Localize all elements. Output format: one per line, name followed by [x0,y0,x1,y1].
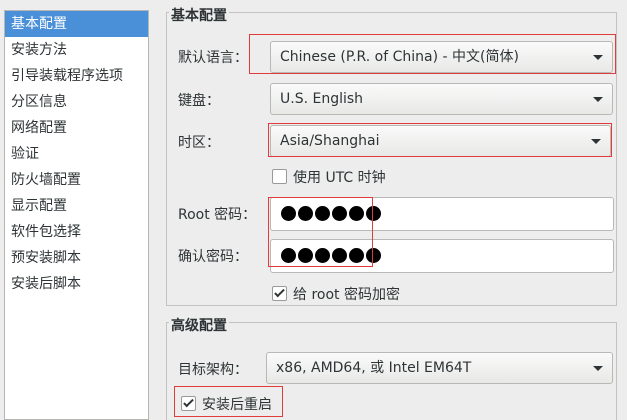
advanced-config-title: 高级配置 [169,315,229,335]
sidebar-item-bootloader-options[interactable]: 引导装载程序选项 [5,63,148,89]
keyboard-value: U.S. English [280,91,364,107]
timezone-label: 时区： [178,135,220,151]
sidebar-item-display-config[interactable]: 显示配置 [5,193,148,219]
sidebar-item-partition-info[interactable]: 分区信息 [5,89,148,115]
sidebar-item-post-install-script[interactable]: 安装后脚本 [5,271,148,297]
utc-checkbox[interactable] [272,169,287,184]
highlight-language [249,34,616,74]
sidebar-item-network-config[interactable]: 网络配置 [5,115,148,141]
encrypt-checkbox[interactable] [272,286,287,301]
encrypt-label: 给 root 密码加密 [293,287,400,303]
sidebar-item-firewall-config[interactable]: 防火墙配置 [5,167,148,193]
language-label: 默认语言： [178,50,248,66]
sidebar-item-package-selection[interactable]: 软件包选择 [5,219,148,245]
sidebar-item-install-method[interactable]: 安装方法 [5,37,148,63]
arch-value: x86, AMD64, 或 Intel EM64T [276,360,472,376]
arch-select[interactable]: x86, AMD64, 或 Intel EM64T [266,352,613,384]
root-password-label: Root 密码： [178,207,257,223]
chevron-down-icon [593,366,603,371]
highlight-reboot [174,386,283,417]
utc-label: 使用 UTC 时钟 [293,170,386,186]
sidebar: 基本配置 安装方法 引导装载程序选项 分区信息 网络配置 验证 防火墙配置 显示… [4,10,149,420]
keyboard-select[interactable]: U.S. English [270,83,613,115]
sidebar-item-basic-config[interactable]: 基本配置 [5,11,148,37]
basic-config-title: 基本配置 [169,5,229,25]
highlight-passwords [268,197,373,267]
arch-label: 目标架构： [178,362,248,378]
highlight-timezone [268,123,612,157]
chevron-down-icon [593,97,603,102]
confirm-password-label: 确认密码： [178,249,248,265]
sidebar-item-pre-install-script[interactable]: 预安装脚本 [5,245,148,271]
sidebar-item-authentication[interactable]: 验证 [5,141,148,167]
keyboard-label: 键盘： [178,93,220,109]
checkmark-icon [274,286,285,298]
